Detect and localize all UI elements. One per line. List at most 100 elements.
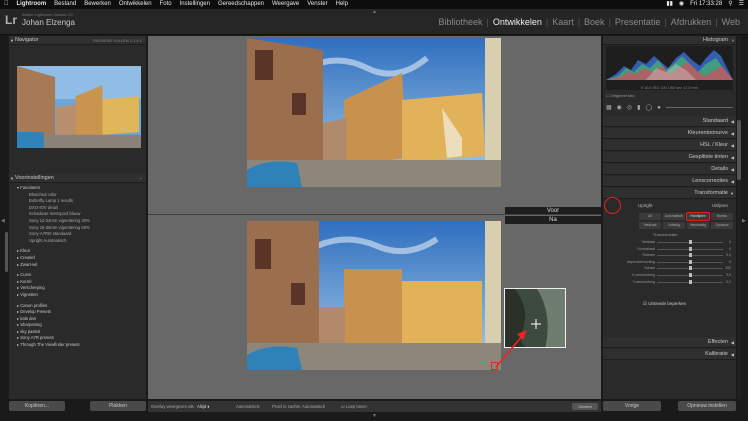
slider-knob[interactable] bbox=[688, 272, 692, 277]
preset-group[interactable]: ▸ Sony A7R presets bbox=[13, 335, 146, 342]
right-scrollbar-thumb[interactable] bbox=[737, 120, 741, 180]
preset-item[interactable]: Sony 16-35mm vignettering 50% bbox=[13, 225, 146, 232]
navigator-zoom-options[interactable]: PASSEND VULLEN 1:1 4:1 bbox=[93, 36, 142, 45]
spotlight-icon[interactable]: ⚲ bbox=[728, 0, 732, 9]
brush-icon[interactable]: ● bbox=[657, 105, 661, 111]
histogram[interactable]: f/ 16,0 ISO 100 1/60 sec 17,0 mm bbox=[606, 46, 733, 90]
add-preset-icon[interactable]: + bbox=[140, 174, 142, 183]
preset-group[interactable]: ▸ Korrel bbox=[13, 279, 146, 286]
navigator-header[interactable]: ▼ Navigator PASSEND VULLEN 1:1 4:1 bbox=[9, 36, 146, 45]
module-kaart[interactable]: Kaart bbox=[548, 17, 578, 27]
module-ontwikkelen[interactable]: Ontwikkelen bbox=[489, 17, 546, 27]
upright-guided-button[interactable]: Richtlijnen bbox=[686, 212, 710, 221]
menu-ontwikkelen[interactable]: Ontwikkelen bbox=[119, 0, 152, 9]
crop-tool-icon[interactable]: ▦ bbox=[606, 104, 612, 111]
preset-group[interactable]: ▸ Vignetten bbox=[13, 292, 146, 299]
section-standaard[interactable]: Standaard ◀ bbox=[603, 116, 736, 127]
reset-button[interactable]: Opnieuw instellen bbox=[678, 401, 736, 411]
before-photo[interactable] bbox=[247, 38, 501, 187]
tab-uitlijnen[interactable]: Uitlijnen bbox=[712, 203, 728, 208]
module-boek[interactable]: Boek bbox=[580, 17, 609, 27]
preset-group[interactable]: ▸ Verscherping bbox=[13, 285, 146, 292]
notifications-icon[interactable]: ☰ bbox=[739, 0, 744, 9]
menu-help[interactable]: Help bbox=[336, 0, 348, 9]
section-transformatie[interactable]: Transformatie ▼ bbox=[603, 188, 736, 199]
paste-settings-button[interactable]: Plakken bbox=[90, 401, 146, 411]
module-bibliotheek[interactable]: Bibliotheek bbox=[434, 17, 486, 27]
original-photo-checkbox[interactable]: ☐ Origineel foto bbox=[606, 93, 635, 98]
preset-item[interactable]: Schaduwe metropool blauw bbox=[13, 211, 146, 218]
tool-slider[interactable] bbox=[665, 107, 733, 108]
top-panel-toggle-icon[interactable]: ▲ bbox=[372, 9, 377, 15]
preset-group[interactable]: ▸ Through The Viewfinder presets bbox=[13, 342, 146, 349]
module-presentatie[interactable]: Presentatie bbox=[611, 17, 665, 27]
menu-weergave[interactable]: Weergave bbox=[272, 0, 299, 9]
preset-group[interactable]: ▸ Sharpening bbox=[13, 322, 146, 329]
softproof-label[interactable]: Proef in zachte: Automatisch bbox=[272, 401, 325, 412]
battery-icon[interactable]: ▮▮ bbox=[666, 0, 673, 9]
tab-upright[interactable]: Upright bbox=[638, 203, 653, 208]
filmstrip-toggle-icon[interactable]: ▼ bbox=[372, 413, 377, 419]
left-scrollbar[interactable] bbox=[5, 232, 8, 272]
slider-value[interactable]: 0 bbox=[729, 246, 731, 253]
presets-header[interactable]: ▼ Voorinstellingen + bbox=[9, 174, 146, 183]
menubar-clock[interactable]: Fri 17:33:28 bbox=[690, 0, 722, 9]
menu-bestand[interactable]: Bestand bbox=[54, 0, 76, 9]
slider-value[interactable]: 0,0 bbox=[726, 252, 731, 259]
preset-item[interactable]: Sony 12-24mm vignettering 30% bbox=[13, 218, 146, 225]
preset-group[interactable]: ▸ sky pasteit bbox=[13, 329, 146, 336]
guided-tool-highlight[interactable] bbox=[604, 197, 621, 214]
preset-group[interactable]: ▸ Kleur bbox=[13, 248, 146, 255]
radial-filter-icon[interactable]: ◯ bbox=[645, 104, 652, 111]
module-afdrukken[interactable]: Afdrukken bbox=[667, 17, 716, 27]
previous-button[interactable]: Vorige bbox=[603, 401, 661, 411]
right-scrollbar-track[interactable] bbox=[737, 36, 741, 399]
menu-venster[interactable]: Venster bbox=[307, 0, 327, 9]
slider-knob[interactable] bbox=[688, 259, 692, 264]
slider-value[interactable]: 0,0 bbox=[726, 272, 731, 279]
preset-item[interactable]: DXO-IOV detail bbox=[13, 205, 146, 212]
menu-gereedschappen[interactable]: Gereedschappen bbox=[218, 0, 264, 9]
graduated-filter-icon[interactable]: ▮ bbox=[637, 104, 640, 111]
slider-knob[interactable] bbox=[688, 240, 692, 244]
menu-foto[interactable]: Foto bbox=[160, 0, 172, 9]
menu-app[interactable]: Lightroom bbox=[17, 0, 47, 9]
upright-reset-button[interactable]: Opnieuw bbox=[711, 222, 733, 229]
right-panel-toggle-icon[interactable]: ▶ bbox=[742, 218, 746, 224]
overlay-select[interactable]: Altijd ♦ bbox=[197, 401, 209, 412]
upright-vertical-button[interactable]: Verticaal bbox=[639, 222, 661, 229]
slider-knob[interactable] bbox=[688, 279, 692, 284]
upright-off-button[interactable]: Uit bbox=[639, 213, 661, 220]
slider-value[interactable]: 100 bbox=[725, 265, 731, 272]
preset-group[interactable]: ▸ Zwart-wit bbox=[13, 262, 146, 269]
preset-item[interactable]: Sony-A7RIII standaard bbox=[13, 231, 146, 238]
upright-full-button[interactable]: Volledig bbox=[663, 222, 685, 229]
histogram-header[interactable]: Histogram ▼ bbox=[603, 36, 736, 45]
module-web[interactable]: Web bbox=[718, 17, 744, 27]
section-toonkromme[interactable]: Kleurentoonurve ◀ bbox=[603, 128, 736, 139]
preset-group[interactable]: ▸ Canon profiles bbox=[13, 303, 146, 310]
slider-knob[interactable] bbox=[688, 266, 692, 271]
slider-value[interactable]: 0 bbox=[729, 239, 731, 246]
section-hsl[interactable]: HSL / Kleur ◀ bbox=[603, 140, 736, 151]
slider-value[interactable]: 0,0 bbox=[726, 279, 731, 286]
menu-bewerken[interactable]: Bewerken bbox=[84, 0, 111, 9]
preset-item[interactable]: Bleached color bbox=[13, 192, 146, 199]
section-details[interactable]: Details ◀ bbox=[603, 164, 736, 175]
wifi-icon[interactable]: ◉ bbox=[679, 0, 684, 9]
upright-auto-button[interactable]: Automatisch bbox=[663, 213, 685, 220]
slider-knob[interactable] bbox=[688, 246, 692, 251]
preset-group[interactable]: ▾ Favorieten bbox=[13, 185, 146, 192]
menu-instellingen[interactable]: Instellingen bbox=[180, 0, 210, 9]
preset-group[interactable]: ▸ Creatief bbox=[13, 255, 146, 262]
section-kalibratie[interactable]: Kalibratie ◀ bbox=[603, 349, 736, 360]
preset-item[interactable]: Butterfly Lamp 1 results bbox=[13, 198, 146, 205]
left-panel-toggle-icon[interactable]: ◀ bbox=[1, 218, 5, 224]
slider-knob[interactable] bbox=[688, 253, 692, 258]
section-effecten[interactable]: Effecten ◀ bbox=[603, 337, 736, 348]
navigator-preview[interactable] bbox=[17, 66, 141, 148]
preset-group[interactable]: ▸ kats dan bbox=[13, 316, 146, 323]
spot-removal-icon[interactable]: ◉ bbox=[617, 104, 622, 111]
preset-item[interactable]: Upright Automatisch bbox=[13, 238, 146, 245]
apple-icon[interactable]:  bbox=[4, 0, 9, 9]
